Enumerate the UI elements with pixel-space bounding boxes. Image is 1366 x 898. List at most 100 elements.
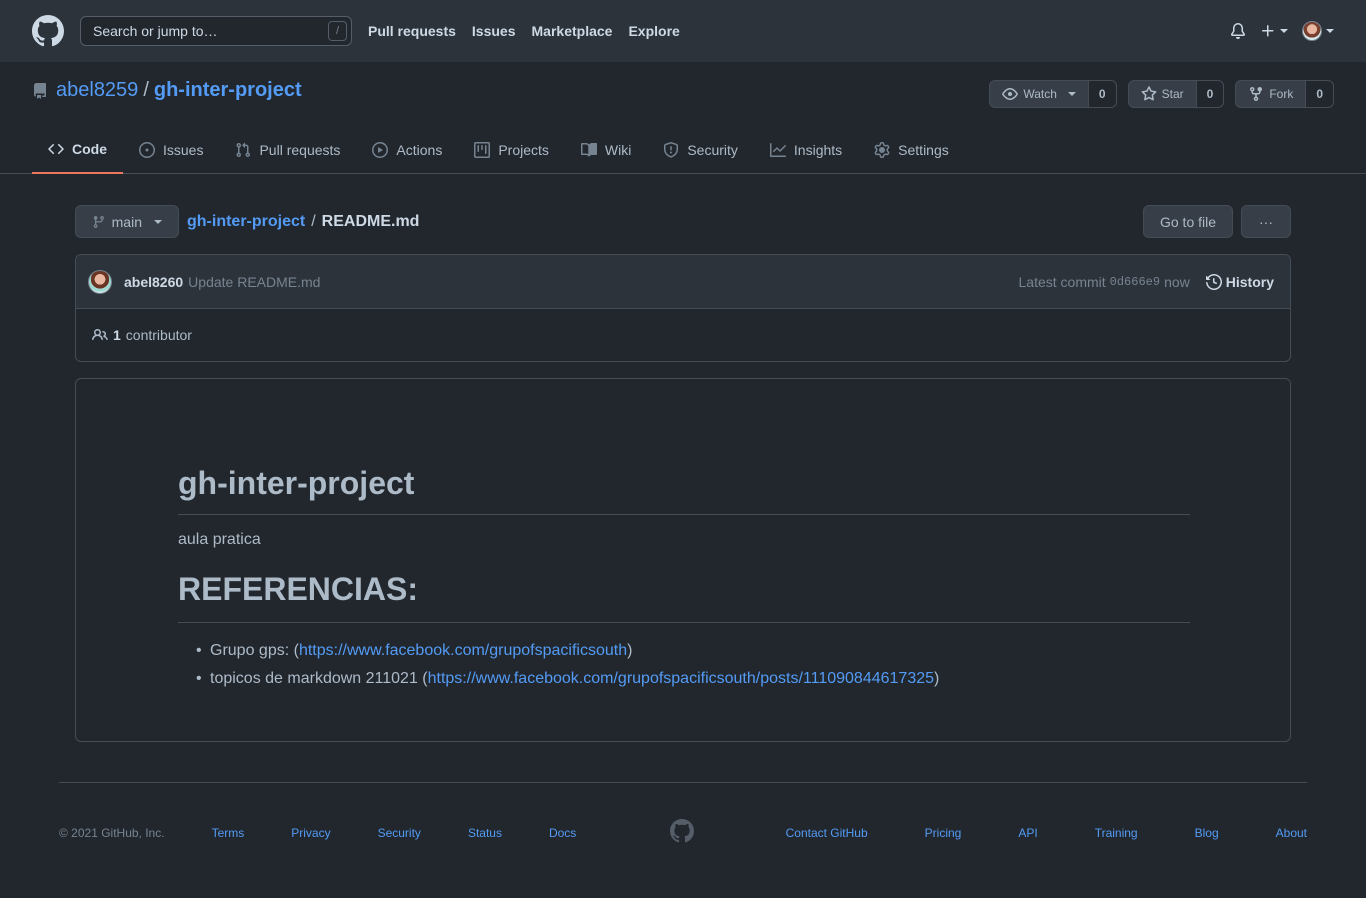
footer-link-api[interactable]: API xyxy=(1018,826,1037,840)
github-logo-icon[interactable] xyxy=(670,819,694,843)
nav-issues[interactable]: Issues xyxy=(472,23,516,39)
fork-count[interactable]: 0 xyxy=(1306,80,1334,108)
commit-sha-link[interactable]: 0d666e9 xyxy=(1110,275,1160,289)
history-link[interactable]: History xyxy=(1205,274,1274,290)
ref-suffix: ) xyxy=(934,670,940,687)
branch-select-button[interactable]: main xyxy=(75,205,179,238)
bell-icon[interactable] xyxy=(1230,23,1246,39)
footer-left-links: © 2021 GitHub, Inc. Terms Privacy Securi… xyxy=(59,826,576,840)
footer-link-about[interactable]: About xyxy=(1276,826,1307,840)
tab-code[interactable]: Code xyxy=(32,126,123,174)
commit-message-link[interactable]: Update README.md xyxy=(188,274,320,290)
ref-prefix: Grupo gps: ( xyxy=(210,642,299,659)
repo-tabs: Code Issues Pull requests Actions Projec… xyxy=(32,126,965,174)
nav-explore[interactable]: Explore xyxy=(628,23,679,39)
latest-commit-label: Latest commit xyxy=(1018,274,1106,290)
history-icon xyxy=(1205,274,1222,290)
footer-link-pricing[interactable]: Pricing xyxy=(925,826,962,840)
tab-insights[interactable]: Insights xyxy=(754,126,858,174)
pull-request-icon xyxy=(236,142,251,158)
branch-icon xyxy=(93,215,104,228)
go-to-file-button[interactable]: Go to file xyxy=(1143,205,1233,238)
tab-projects[interactable]: Projects xyxy=(458,126,565,174)
tab-settings[interactable]: Settings xyxy=(858,126,965,174)
footer-row: © 2021 GitHub, Inc. Terms Privacy Securi… xyxy=(59,819,1307,843)
footer-link-contact[interactable]: Contact GitHub xyxy=(786,826,868,840)
nav-pull-requests[interactable]: Pull requests xyxy=(368,23,456,39)
search-input[interactable]: Search or jump to… / xyxy=(80,16,352,46)
global-nav: Pull requests Issues Marketplace Explore xyxy=(368,23,696,39)
footer-link-security[interactable]: Security xyxy=(378,826,421,840)
star-button[interactable]: Star xyxy=(1127,80,1197,108)
chevron-down-icon xyxy=(154,219,162,224)
watch-button[interactable]: Watch xyxy=(989,80,1089,108)
list-item: Grupo gps: (https://www.facebook.com/gru… xyxy=(196,637,1190,665)
tab-actions[interactable]: Actions xyxy=(356,126,458,174)
repo-owner-link[interactable]: abel8259 xyxy=(56,79,138,102)
footer-right-links: Contact GitHub Pricing API Training Blog… xyxy=(786,823,1307,843)
commit-meta: Latest commit 0d666e9 now History xyxy=(1019,255,1274,309)
copyright: © 2021 GitHub, Inc. xyxy=(59,826,165,840)
tab-label: Code xyxy=(72,141,107,157)
graph-icon xyxy=(769,143,786,157)
avatar xyxy=(1302,21,1322,41)
eye-icon xyxy=(1002,88,1019,100)
breadcrumb-repo-link[interactable]: gh-inter-project xyxy=(187,213,305,231)
ref-link[interactable]: https://www.facebook.com/grupofspacifics… xyxy=(299,642,627,659)
footer-link-privacy[interactable]: Privacy xyxy=(291,826,330,840)
commit-author-link[interactable]: abel8260 xyxy=(124,274,183,290)
nav-marketplace[interactable]: Marketplace xyxy=(532,23,613,39)
file-navigation: main gh-inter-project / README.md Go to … xyxy=(75,205,1291,238)
star-count[interactable]: 0 xyxy=(1196,80,1225,108)
book-icon xyxy=(580,142,597,157)
watch-count[interactable]: 0 xyxy=(1088,80,1117,108)
footer-link-blog[interactable]: Blog xyxy=(1195,826,1219,840)
top-header: Search or jump to… / Pull requests Issue… xyxy=(0,0,1366,62)
create-new-plus-icon[interactable] xyxy=(1260,23,1288,39)
tab-label: Pull requests xyxy=(259,142,341,158)
tab-wiki[interactable]: Wiki xyxy=(565,126,647,174)
footer-link-terms[interactable]: Terms xyxy=(212,826,245,840)
tab-issues[interactable]: Issues xyxy=(123,126,219,174)
latest-commit-row: abel8260 Update README.md Latest commit … xyxy=(76,255,1290,309)
avatar[interactable] xyxy=(88,269,112,294)
more-options-button[interactable]: ··· xyxy=(1241,205,1291,238)
breadcrumb-filename: README.md xyxy=(321,212,420,230)
footer-link-docs[interactable]: Docs xyxy=(549,826,576,840)
footer-link-status[interactable]: Status xyxy=(468,826,502,840)
star-icon xyxy=(1141,86,1157,101)
github-logo-icon[interactable] xyxy=(32,15,64,47)
gear-icon xyxy=(874,142,890,158)
tab-label: Settings xyxy=(898,142,949,158)
people-icon xyxy=(92,328,108,341)
repo-name-link[interactable]: gh-inter-project xyxy=(154,79,302,102)
kebab-horizontal-icon: ··· xyxy=(1259,213,1273,230)
tab-pull-requests[interactable]: Pull requests xyxy=(219,126,356,174)
user-menu[interactable] xyxy=(1302,21,1334,41)
repo-separator: / xyxy=(143,79,149,101)
chevron-down-icon xyxy=(1067,92,1076,96)
project-icon xyxy=(474,142,491,158)
contributors-row[interactable]: 1 contributor xyxy=(76,309,1290,361)
tab-label: Projects xyxy=(498,142,549,158)
header-actions xyxy=(1230,0,1334,62)
fork-group: Fork 0 xyxy=(1235,80,1334,108)
readme-title: gh-inter-project xyxy=(178,465,1190,515)
ref-link[interactable]: https://www.facebook.com/grupofspacifics… xyxy=(428,670,934,687)
ref-prefix: topicos de markdown 211021 ( xyxy=(210,670,428,687)
fork-label: Fork xyxy=(1269,87,1294,101)
repo-actions: Watch 0 Star 0 Fork 0 xyxy=(989,80,1334,108)
watch-label: Watch xyxy=(1023,87,1057,101)
commit-time: now xyxy=(1164,274,1190,290)
footer-link-training[interactable]: Training xyxy=(1095,826,1138,840)
star-group: Star 0 xyxy=(1127,80,1225,108)
tab-security[interactable]: Security xyxy=(647,126,754,174)
tab-label: Insights xyxy=(793,142,843,158)
code-icon xyxy=(48,143,64,155)
ref-suffix: ) xyxy=(627,642,633,659)
watch-group: Watch 0 xyxy=(989,80,1117,108)
fork-icon xyxy=(1250,87,1263,102)
tab-label: Issues xyxy=(163,142,204,158)
breadcrumb: gh-inter-project / README.md xyxy=(187,205,419,238)
fork-button[interactable]: Fork xyxy=(1235,80,1307,108)
